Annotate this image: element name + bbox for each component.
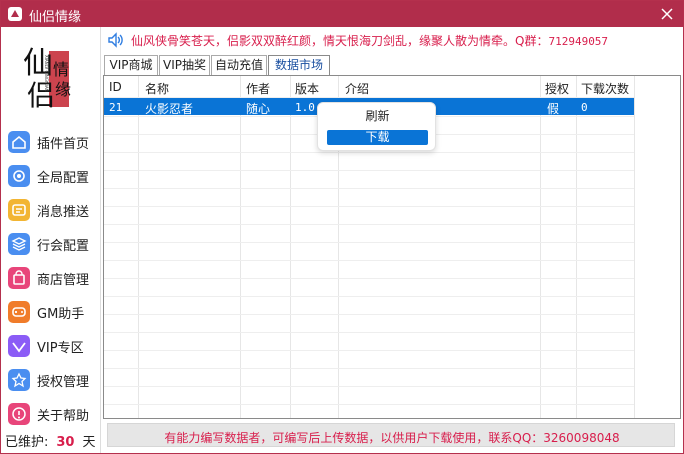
help-icon xyxy=(8,403,30,425)
sidebar-item-license-management[interactable]: 授权管理 xyxy=(1,365,101,395)
maintained-unit: 天 xyxy=(82,435,96,450)
sidebar-item-label: 插件首页 xyxy=(37,137,90,152)
maintained-days: 30 xyxy=(56,435,75,450)
svg-text:XIANLV QINGYUAN: XIANLV QINGYUAN xyxy=(44,55,49,92)
maintained-label: 已维护: xyxy=(5,435,49,450)
tab-auto-recharge[interactable]: 自动充值 xyxy=(211,55,267,75)
cell-id: 21 xyxy=(109,101,123,114)
column-header-name[interactable]: 名称 xyxy=(145,80,169,97)
cell-downloads: 0 xyxy=(581,101,588,114)
announcement-message: 仙风侠骨笑苍天，侣影双双醉红颜，情天恨海刀剑乱，缘聚人散为情牵。Q群： xyxy=(131,34,549,48)
cell-name: 火影忍者 xyxy=(145,102,194,116)
sidebar-item-label: 行会配置 xyxy=(37,239,90,254)
window-title: 仙侣情缘 xyxy=(29,10,82,25)
footer-text: 有能力编写数据者，可编写后上传数据，以供用户下载使用，联系QQ：32600980… xyxy=(164,431,620,445)
footer-notice: 有能力编写数据者，可编写后上传数据，以供用户下载使用，联系QQ：32600980… xyxy=(107,423,675,447)
sidebar-item-vip-zone[interactable]: VIP专区 xyxy=(1,331,101,361)
context-menu: 刷新 下载 xyxy=(317,102,436,151)
column-header-id[interactable]: ID xyxy=(109,80,122,94)
announcement-text: 仙风侠骨笑苍天，侣影双双醉红颜，情天恨海刀剑乱，缘聚人散为情牵。Q群：71294… xyxy=(131,32,608,49)
sidebar-item-label: 消息推送 xyxy=(37,205,90,220)
gm-icon xyxy=(8,301,30,323)
cell-author: 随心 xyxy=(246,102,271,116)
vip-icon xyxy=(8,335,30,357)
menu-item-refresh[interactable]: 刷新 xyxy=(327,109,428,124)
sidebar-item-label: 商店管理 xyxy=(37,273,90,288)
svg-text:侣: 侣 xyxy=(27,79,55,109)
column-header-version[interactable]: 版本 xyxy=(295,80,319,97)
announcement-bar: 仙风侠骨笑苍天，侣影双双醉红颜，情天恨海刀剑乱，缘聚人散为情牵。Q群：71294… xyxy=(105,29,681,51)
home-icon xyxy=(8,131,30,153)
sidebar: 仙 侣 情 缘 XIANLV QINGYUAN 插件首页 全局配置 消息推送 行… xyxy=(1,27,101,453)
close-button[interactable] xyxy=(657,4,677,24)
sidebar-item-help[interactable]: 关于帮助 xyxy=(1,399,101,429)
close-icon xyxy=(661,8,673,20)
menu-item-download[interactable]: 下载 xyxy=(327,130,428,145)
sidebar-item-global-config[interactable]: 全局配置 xyxy=(1,161,101,191)
sidebar-item-shop-management[interactable]: 商店管理 xyxy=(1,263,101,293)
sidebar-item-label: 授权管理 xyxy=(37,375,90,390)
main-window: 仙侣情缘 仙 侣 情 缘 XIANLV QINGYUAN 插件首页 全局配置 消… xyxy=(0,0,684,454)
license-icon xyxy=(8,369,30,391)
sidebar-item-label: 关于帮助 xyxy=(37,409,90,424)
tab-vip-shop[interactable]: VIP商城 xyxy=(104,55,158,75)
maintenance-status: 已维护: 30 天 xyxy=(5,431,96,450)
sidebar-item-label: VIP专区 xyxy=(37,341,84,356)
logo: 仙 侣 情 缘 XIANLV QINGYUAN xyxy=(23,46,71,109)
column-header-intro[interactable]: 介绍 xyxy=(345,80,369,97)
sidebar-item-message-push[interactable]: 消息推送 xyxy=(1,195,101,225)
speaker-icon xyxy=(108,32,123,48)
announcement-qq: 712949057 xyxy=(548,35,609,48)
tab-vip-lottery[interactable]: VIP抽奖 xyxy=(159,55,210,75)
sidebar-item-label: GM助手 xyxy=(37,307,85,322)
column-header-downloads[interactable]: 下载次数 xyxy=(581,80,629,97)
column-header-author[interactable]: 作者 xyxy=(246,80,270,97)
sidebar-item-label: 全局配置 xyxy=(37,171,90,186)
settings-icon xyxy=(8,165,30,187)
app-icon xyxy=(8,7,22,21)
title-bar[interactable]: 仙侣情缘 xyxy=(1,1,683,27)
message-icon xyxy=(8,199,30,221)
cell-license: 假 xyxy=(547,102,560,116)
svg-text:缘: 缘 xyxy=(55,80,71,99)
sidebar-item-gm-assistant[interactable]: GM助手 xyxy=(1,297,101,327)
layers-icon xyxy=(8,233,30,255)
sidebar-item-guild-config[interactable]: 行会配置 xyxy=(1,229,101,259)
tab-data-market[interactable]: 数据市场 xyxy=(268,55,330,76)
svg-text:情: 情 xyxy=(53,60,69,79)
shop-icon xyxy=(8,267,30,289)
sidebar-item-home[interactable]: 插件首页 xyxy=(1,127,101,157)
column-header-license[interactable]: 授权 xyxy=(545,80,569,97)
